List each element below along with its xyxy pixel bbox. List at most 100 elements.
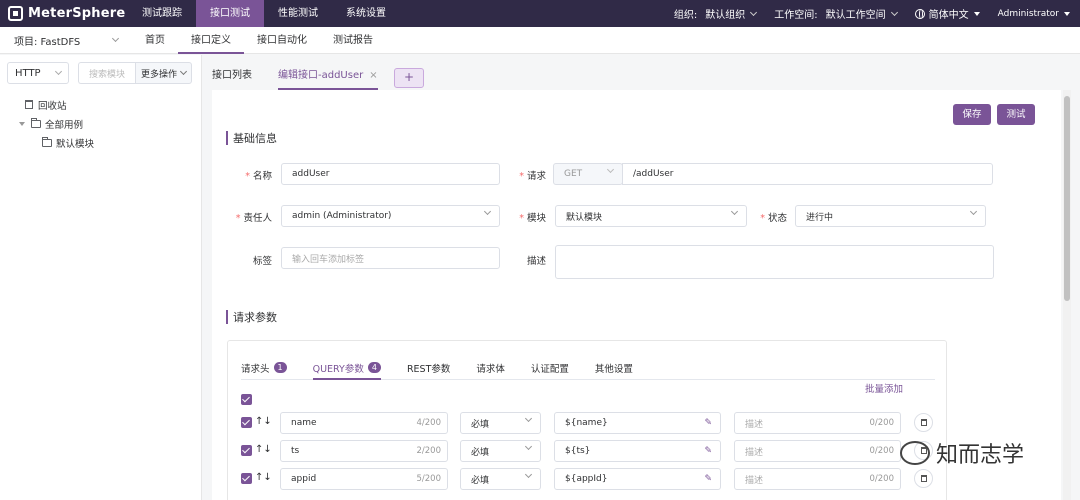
section-title: 请求参数 [233,311,277,324]
param-value-input[interactable]: ${ts} ✎ [554,440,721,462]
section-request-params: 请求参数 [226,309,277,325]
tab-request-body[interactable]: 请求体 [476,361,505,380]
tree-node-all-cases[interactable]: 全部用例 [0,114,94,133]
row-checkbox[interactable] [241,473,252,484]
workspace-selector[interactable]: 工作空间: 默认工作空间 [774,6,898,21]
folder-icon [42,136,52,147]
param-name-input[interactable]: ts 2/200 [280,440,448,462]
menu-system-settings[interactable]: 系统设置 [332,0,400,27]
close-icon[interactable]: × [369,70,377,81]
module-select[interactable]: 默认模块 [555,205,747,227]
chevron-down-icon [890,8,898,16]
sort-arrows-icon[interactable]: ↑↓ [255,444,272,455]
more-actions-button[interactable]: 更多操作 [135,62,193,84]
param-value-input[interactable]: ${name} ✎ [554,412,721,434]
param-name-input[interactable]: name 4/200 [280,412,448,434]
edit-icon: ✎ [704,418,712,428]
language-value: 简体中文 [928,10,969,21]
tab-auth-config[interactable]: 认证配置 [531,361,569,380]
more-actions-label: 更多操作 [141,69,178,80]
method-select[interactable]: GET [553,163,623,185]
section-title: 基础信息 [233,132,277,145]
logo[interactable]: MeterSphere [0,0,128,27]
workspace-label: 工作空间: [774,10,818,21]
org-selector[interactable]: 组织: 默认组织 [674,6,758,21]
chevron-down-icon [54,67,63,76]
row-checkbox[interactable] [241,417,252,428]
trash-icon [920,475,927,482]
param-name-input[interactable]: appid 5/200 [280,468,448,490]
chevron-down-icon [111,34,120,43]
module-tree: 回收站 全部用例 默认模块 [0,95,94,152]
tab-rest-params[interactable]: REST参数 [407,361,450,380]
required-select[interactable]: 必填 [460,440,541,462]
menu-test-tracking[interactable]: 测试跟踪 [128,0,196,27]
status-label: * 状态 [760,213,787,224]
delete-row-button[interactable] [914,469,933,488]
submenu-test-report[interactable]: 测试报告 [320,27,386,54]
delete-row-button[interactable] [914,413,933,432]
module-sidebar: HTTP 搜索模块 更多操作 回收站 全部用例 默认模块 [0,55,202,500]
protocol-value: HTTP [15,67,41,79]
project-selector[interactable]: 项目: FastDFS [0,33,132,48]
content-tabs: 接口列表 编辑接口-addUser × + [212,68,424,90]
chevron-down-icon [179,67,188,76]
param-desc-input[interactable]: 描述 0/200 [734,468,901,490]
required-select[interactable]: 必填 [460,412,541,434]
sidebar-toolbar: HTTP 搜索模块 更多操作 [7,62,193,84]
description-textarea[interactable] [555,245,994,279]
sort-arrows-icon[interactable]: ↑↓ [255,416,272,427]
test-button[interactable]: 测试 [997,104,1035,125]
scrollbar-thumb[interactable] [1064,96,1070,301]
watermark-text: 知而志学 [936,443,1025,468]
tree-node-recycle[interactable]: 回收站 [0,95,94,114]
path-input[interactable]: /addUser [622,163,993,185]
add-tab-button[interactable]: + [394,68,424,88]
row-checkbox[interactable] [241,445,252,456]
menu-api-test[interactable]: 接口测试 [196,0,264,27]
chevron-down-icon [606,165,615,174]
submenu-api-definition[interactable]: 接口定义 [178,27,244,54]
wechat-icon [900,441,930,465]
module-value: 默认模块 [566,212,603,223]
tag-input[interactable]: 输入回车添加标签 [281,247,500,269]
status-select[interactable]: 进行中 [795,205,986,227]
submenu-home[interactable]: 首页 [132,27,178,54]
param-value-input[interactable]: ${appId} ✎ [554,468,721,490]
param-desc-input[interactable]: 描述 0/200 [734,440,901,462]
user-menu[interactable]: Administrator [998,9,1070,19]
owner-select[interactable]: admin (Administrator) [281,205,500,227]
main-scrollbar[interactable] [1063,90,1071,500]
select-all-checkbox[interactable] [241,394,252,405]
top-navbar: MeterSphere 测试跟踪 接口测试 性能测试 系统设置 组织: 默认组织… [0,0,1080,27]
batch-add-link[interactable]: 批量添加 [865,381,903,395]
edit-icon: ✎ [704,474,712,484]
tree-node-label: 回收站 [38,100,67,112]
tree-node-default-module[interactable]: 默认模块 [0,133,94,152]
tab-other-settings[interactable]: 其他设置 [595,361,633,380]
project-name: 项目: FastDFS [14,36,81,48]
tab-api-list[interactable]: 接口列表 [212,68,252,90]
watermark: 知而志学 [900,437,1024,469]
menu-performance-test[interactable]: 性能测试 [264,0,332,27]
name-label: * 名称 [245,171,272,182]
owner-label: * 责任人 [235,213,272,224]
org-value: 默认组织 [705,10,746,21]
save-button[interactable]: 保存 [953,104,991,125]
desc-label: 描述 [526,256,546,267]
language-selector[interactable]: 简体中文 [914,6,980,21]
tab-headers[interactable]: 请求头 1 [241,361,287,380]
module-search-input[interactable]: 搜索模块 [78,62,135,84]
tag-label: 标签 [252,256,272,267]
tab-edit-api-label: 编辑接口-addUser [278,70,364,81]
tab-query-params[interactable]: QUERY参数 4 [312,361,381,380]
tab-edit-api[interactable]: 编辑接口-addUser × [278,68,378,90]
tree-node-label: 全部用例 [45,119,84,131]
param-row: ↑↓ ts 2/200 必填 ${ts} ✎ 描述 0/200 [228,439,948,463]
protocol-select[interactable]: HTTP [7,62,69,84]
required-select[interactable]: 必填 [460,468,541,490]
param-desc-input[interactable]: 描述 0/200 [734,412,901,434]
sort-arrows-icon[interactable]: ↑↓ [255,472,272,483]
name-input[interactable]: addUser [281,163,500,185]
submenu-api-automation[interactable]: 接口自动化 [244,27,320,54]
